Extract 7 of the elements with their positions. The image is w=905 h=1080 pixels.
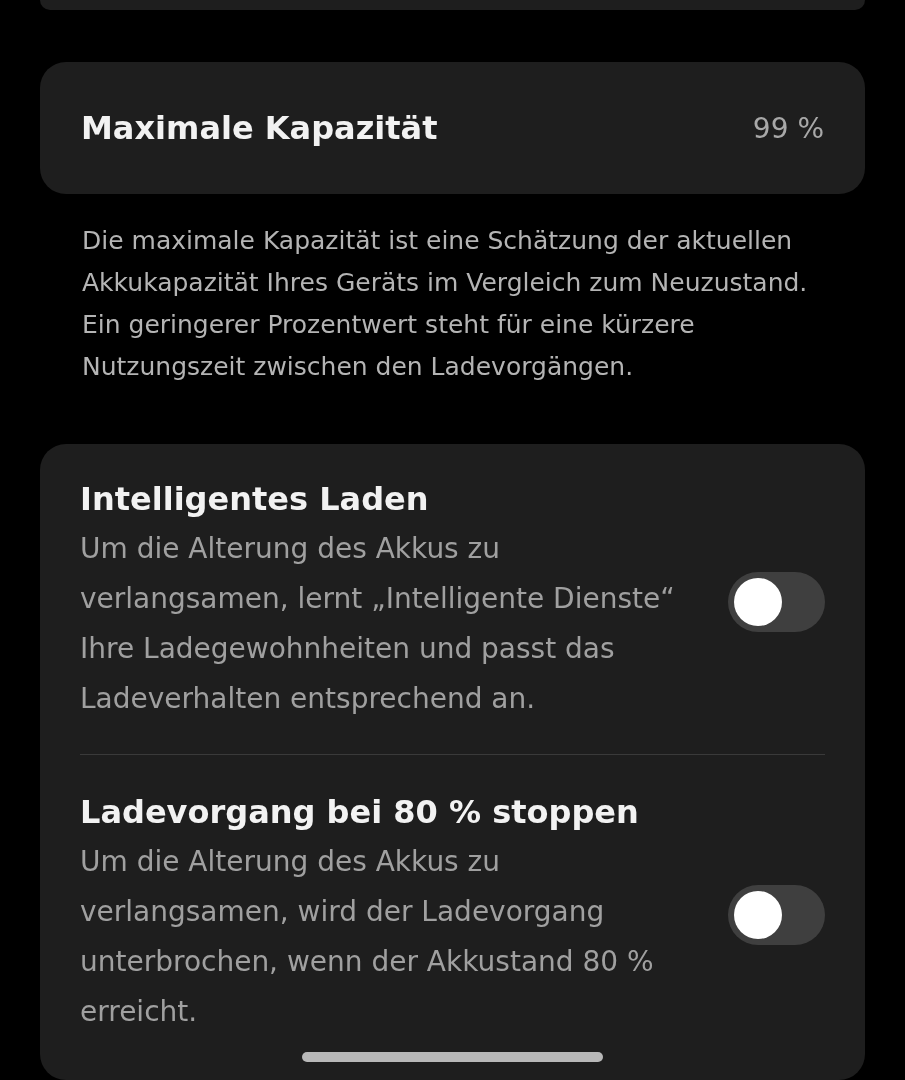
capacity-description: Die maximale Kapazität ist eine Schätzung der aktuellen Akkukapazität Ihres Geräts im Vergleich zum Neuzustand. Ein geringerer Prozentwert steht für eine kürzere Nutzungszeit zwischen den Ladevorgängen. — [82, 225, 809, 383]
setting-title: Intelligentes Laden — [80, 480, 430, 518]
capacity-value: 99 % — [752, 111, 824, 145]
setting-description: Um die Alterung des Akkus zu verlangsamen, lernt „Intelligente Dienste“ Ihre Ladegewohnheiten und passt das Ladeverhalten entsprechend an. — [80, 531, 676, 717]
setting-description: Um die Alterung des Akkus zu verlangsamen, wird der Ladevorgang unterbrochen, wenn der Akkustand 80 % erreicht. — [80, 844, 655, 1030]
setting-title: Ladevorgang bei 80 % stoppen — [80, 793, 640, 831]
capacity-label: Maximale Kapazität — [81, 109, 438, 147]
